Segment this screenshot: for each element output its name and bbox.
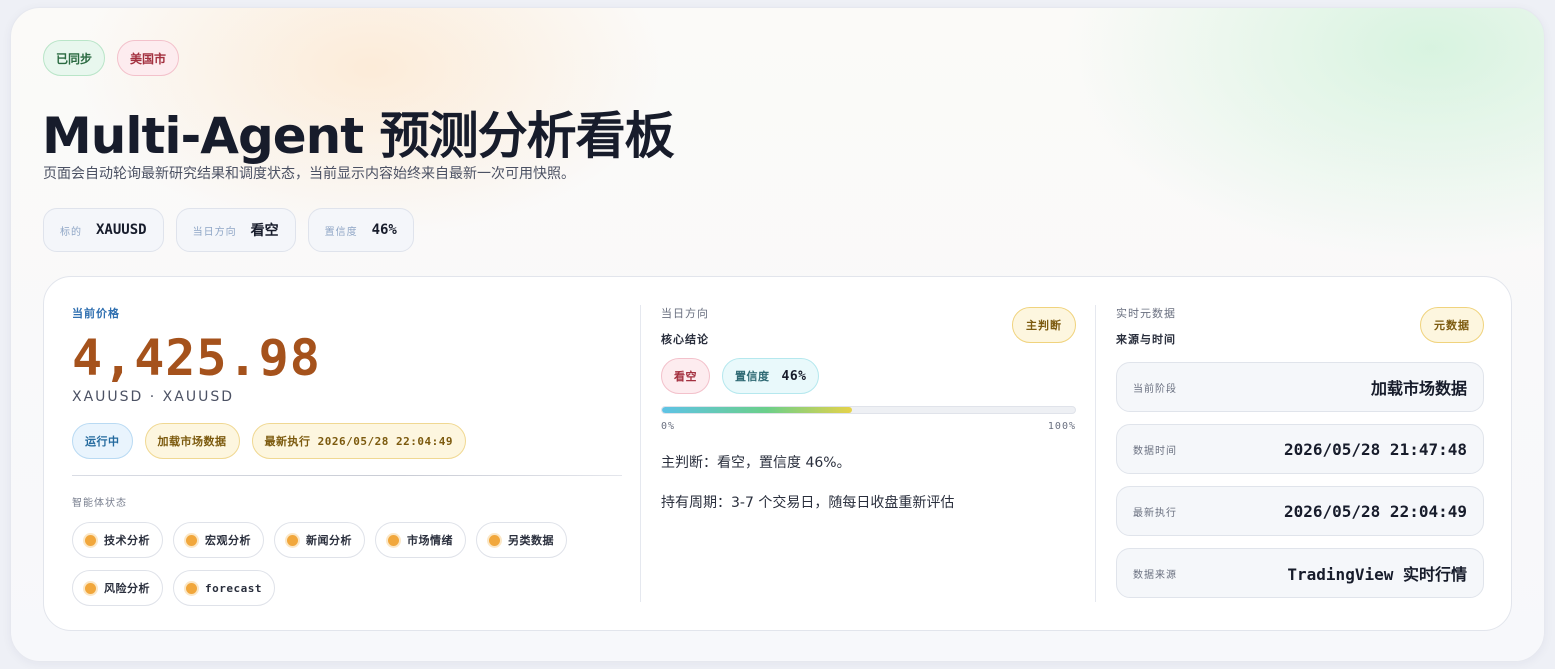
symbol-chip-value: XAUUSD bbox=[96, 222, 147, 238]
direction-tags: 看空 置信度 46% bbox=[661, 358, 1076, 394]
direction-chip: 当日方向 看空 bbox=[175, 208, 296, 252]
direction-header: 当日方向 核心结论 主判断 bbox=[661, 305, 1076, 346]
symbol-pair: XAUUSD · XAUUSD bbox=[72, 389, 235, 405]
bar-max-label: 100% bbox=[1047, 421, 1076, 432]
running-status-tag: 运行中 bbox=[72, 423, 133, 459]
metadata-panel: 实时元数据 来源与时间 元数据 当前阶段 加载市场数据 数据时间 2026/05… bbox=[1116, 305, 1484, 602]
status-dot-icon bbox=[186, 582, 197, 594]
metadata-tag: 元数据 bbox=[1420, 307, 1484, 343]
meta-key: 数据时间 bbox=[1133, 445, 1177, 457]
status-dot-icon bbox=[388, 534, 399, 546]
price-panel: 当前价格 4,425.98 XAUUSD · XAUUSD 运行中 加载市场数据… bbox=[72, 305, 622, 606]
meta-value: TradingView 实时行情 bbox=[1287, 565, 1467, 584]
column-divider bbox=[640, 305, 641, 602]
confidence-tag-label: 置信度 bbox=[735, 370, 770, 383]
confidence-bar-scale: 0% 100% bbox=[661, 421, 1076, 432]
confidence-bar-fill bbox=[662, 407, 852, 413]
meta-key: 最新执行 bbox=[1133, 507, 1177, 519]
symbol-chip: 标的 XAUUSD bbox=[43, 208, 164, 252]
agent-forecast[interactable]: forecast bbox=[173, 570, 275, 606]
agent-label: 宏观分析 bbox=[205, 534, 251, 547]
current-price: 4,425.98 bbox=[72, 329, 321, 387]
symbol-chip-label: 标的 bbox=[60, 226, 82, 238]
agent-label: 新闻分析 bbox=[306, 534, 352, 547]
confidence-chip-value: 46% bbox=[371, 222, 397, 238]
status-dot-icon bbox=[489, 534, 500, 546]
holding-period-text: 持有周期：3-7 个交易日，随每日收盘重新评估 bbox=[661, 495, 955, 511]
last-run-tag: 最新执行 2026/05/28 22:04:49 bbox=[251, 423, 466, 459]
divider bbox=[72, 475, 622, 476]
agent-status-list: 技术分析 宏观分析 新闻分析 市场情绪 另类数据 风险分析 forecast bbox=[72, 522, 612, 606]
main-card: 当前价格 4,425.98 XAUUSD · XAUUSD 运行中 加载市场数据… bbox=[43, 276, 1512, 631]
status-dot-icon bbox=[85, 534, 96, 546]
direction-chip-label: 当日方向 bbox=[192, 226, 237, 238]
direction-tag: 看空 bbox=[661, 358, 710, 394]
agent-alt-data[interactable]: 另类数据 bbox=[476, 522, 567, 558]
metadata-header: 实时元数据 来源与时间 元数据 bbox=[1116, 305, 1484, 346]
metadata-list: 当前阶段 加载市场数据 数据时间 2026/05/28 21:47:48 最新执… bbox=[1116, 362, 1484, 598]
dashboard-page: 已同步 美国市 Multi-Agent 预测分析看板 页面会自动轮询最新研究结果… bbox=[10, 7, 1545, 662]
agent-label: 风险分析 bbox=[104, 582, 150, 595]
confidence-chip-label: 置信度 bbox=[324, 226, 358, 238]
meta-row-source: 数据来源 TradingView 实时行情 bbox=[1116, 548, 1484, 598]
header-badges: 已同步 美国市 bbox=[43, 40, 180, 76]
confidence-chip: 置信度 46% bbox=[307, 208, 414, 252]
run-status-tags: 运行中 加载市场数据 最新执行 2026/05/28 22:04:49 bbox=[72, 423, 622, 459]
status-dot-icon bbox=[287, 534, 298, 546]
direction-panel: 当日方向 核心结论 主判断 看空 置信度 46% 0% 100% 主判断：看空，… bbox=[661, 305, 1076, 602]
summary-chips: 标的 XAUUSD 当日方向 看空 置信度 46% bbox=[43, 208, 414, 252]
meta-value: 2026/05/28 21:47:48 bbox=[1283, 439, 1467, 459]
price-label: 当前价格 bbox=[72, 307, 120, 320]
stage-status-tag: 加载市场数据 bbox=[144, 423, 240, 459]
market-badge: 美国市 bbox=[117, 40, 180, 76]
meta-key: 数据来源 bbox=[1133, 569, 1177, 581]
status-dot-icon bbox=[186, 534, 197, 546]
meta-row-data-time: 数据时间 2026/05/28 21:47:48 bbox=[1116, 424, 1484, 474]
agent-label: 技术分析 bbox=[104, 534, 150, 547]
agent-label: 另类数据 bbox=[508, 534, 554, 547]
meta-row-last-run: 最新执行 2026/05/28 22:04:49 bbox=[1116, 486, 1484, 536]
bar-min-label: 0% bbox=[661, 421, 676, 432]
main-judgment-tag: 主判断 bbox=[1012, 307, 1076, 343]
direction-chip-value: 看空 bbox=[250, 223, 279, 239]
meta-row-stage: 当前阶段 加载市场数据 bbox=[1116, 362, 1484, 412]
page-title: Multi-Agent 预测分析看板 bbox=[42, 107, 675, 165]
meta-value: 加载市场数据 bbox=[1370, 379, 1467, 398]
agent-label: forecast bbox=[205, 581, 262, 595]
sync-status-badge: 已同步 bbox=[43, 40, 106, 76]
agent-sentiment[interactable]: 市场情绪 bbox=[375, 522, 466, 558]
agent-news[interactable]: 新闻分析 bbox=[274, 522, 365, 558]
column-divider bbox=[1095, 305, 1096, 602]
verdict-text: 主判断：看空，置信度 46%。 bbox=[661, 455, 851, 471]
confidence-tag-value: 46% bbox=[781, 368, 807, 384]
page-subtitle: 页面会自动轮询最新研究结果和调度状态，当前显示内容始终来自最新一次可用快照。 bbox=[43, 166, 575, 182]
agent-macro[interactable]: 宏观分析 bbox=[173, 522, 264, 558]
agent-label: 市场情绪 bbox=[407, 534, 453, 547]
agents-label: 智能体状态 bbox=[72, 498, 127, 509]
confidence-tag: 置信度 46% bbox=[722, 358, 820, 394]
agent-risk[interactable]: 风险分析 bbox=[72, 570, 163, 606]
confidence-bar bbox=[661, 406, 1076, 414]
meta-value: 2026/05/28 22:04:49 bbox=[1283, 501, 1467, 521]
status-dot-icon bbox=[85, 582, 96, 594]
agent-technical[interactable]: 技术分析 bbox=[72, 522, 163, 558]
meta-key: 当前阶段 bbox=[1133, 383, 1177, 395]
